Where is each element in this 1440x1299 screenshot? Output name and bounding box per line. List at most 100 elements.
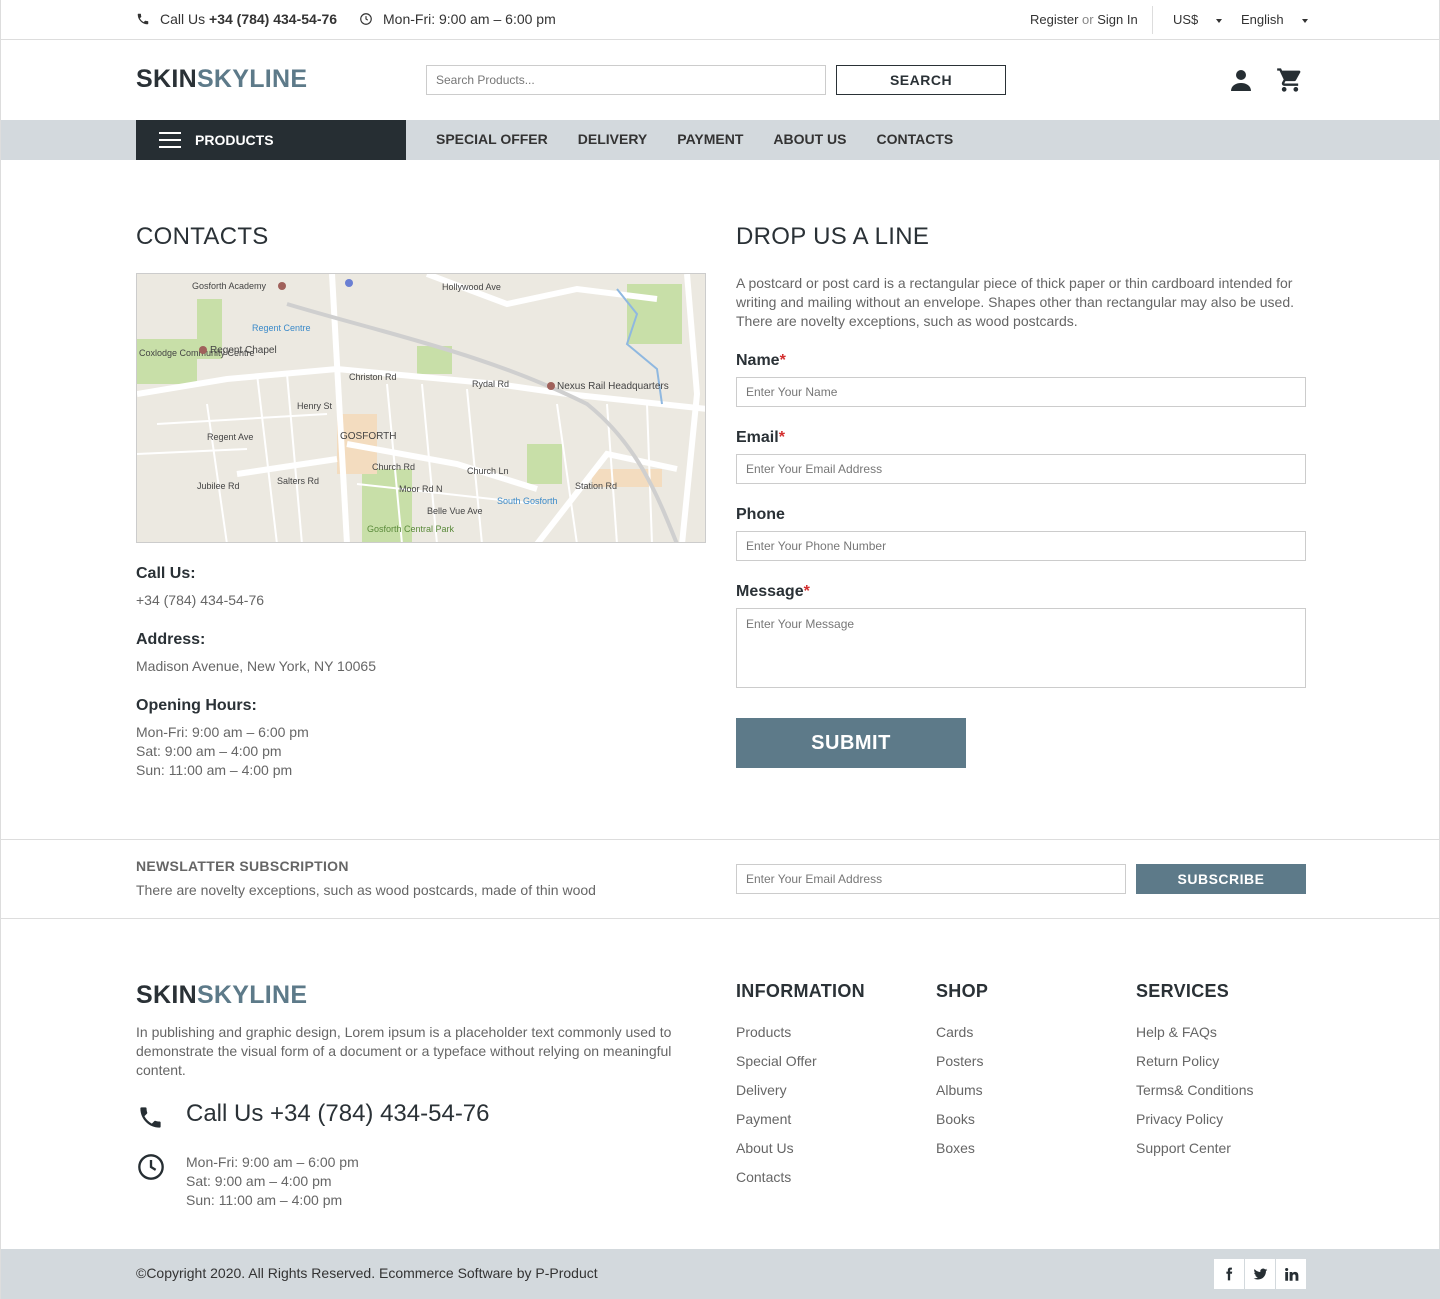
required-mark: * [778,429,785,446]
map-label: Jubilee Rd [197,481,240,491]
map-label: Regent Centre [252,323,311,333]
top-phone-number[interactable]: +34 (784) 434-54-76 [209,11,337,27]
logo-part1: SKIN [136,981,197,1009]
logo-part1: SKIN [136,65,197,93]
newsletter-email-input[interactable] [736,864,1126,894]
nav-delivery[interactable]: DELIVERY [578,131,648,147]
products-menu-button[interactable]: PRODUCTS [136,120,406,160]
footer-link-boxes[interactable]: Boxes [936,1139,988,1158]
newsletter-text: There are novelty exceptions, such as wo… [136,882,596,898]
logo[interactable]: SKINSKYLINE [136,65,307,94]
footer-phone[interactable]: Call Us +34 (784) 434-54-76 [186,1100,490,1128]
map-pin-icon [345,279,353,287]
map-label: Church Rd [372,462,415,472]
logo-part2: SKYLINE [196,65,308,93]
divider [1,918,1440,919]
footer-link-terms[interactable]: Terms& Conditions [1136,1081,1254,1100]
hours-line: Mon-Fri: 9:00 am – 6:00 pm [186,1154,359,1170]
hours-line: Mon-Fri: 9:00 am – 6:00 pm [136,724,309,740]
signin-link[interactable]: Sign In [1097,12,1137,27]
footer-link-about-us[interactable]: About Us [736,1139,865,1158]
search-input[interactable] [426,65,826,95]
hours-line: Sun: 11:00 am – 4:00 pm [186,1192,343,1208]
twitter-icon[interactable] [1245,1259,1275,1289]
footer-link-special-offer[interactable]: Special Offer [736,1052,865,1071]
footer-description: In publishing and graphic design, Lorem … [136,1024,672,1078]
name-field[interactable] [736,377,1306,407]
currency-select[interactable]: US$ [1173,12,1223,27]
footer-link-contacts[interactable]: Contacts [736,1168,865,1187]
divider [1152,6,1153,34]
footer-link-books[interactable]: Books [936,1110,988,1129]
map-label: GOSFORTH [340,431,396,442]
footer-link-posters[interactable]: Posters [936,1052,988,1071]
language-value: English [1241,12,1284,27]
map-pin-icon [278,282,286,290]
hours-line: Sat: 9:00 am – 4:00 pm [136,743,282,759]
map-label: Henry St [297,401,333,411]
call-prefix: Call Us [160,11,206,27]
map[interactable]: Gosforth Academy Hollywood Ave Regent Ce… [136,273,706,543]
map-label: Christon Rd [349,372,397,382]
currency-value: US$ [1173,12,1199,27]
phone-field[interactable] [736,531,1306,561]
footer-link-help[interactable]: Help & FAQs [1136,1023,1254,1042]
column-title: SERVICES [1136,981,1230,1001]
email-field[interactable] [736,454,1306,484]
footer-column-information: INFORMATION Products Special Offer Deliv… [736,981,865,1197]
search-button[interactable]: SEARCH [836,65,1006,95]
nav-special-offer[interactable]: SPECIAL OFFER [436,131,548,147]
submit-button[interactable]: SUBMIT [736,718,966,768]
linkedin-icon[interactable] [1276,1259,1306,1289]
map-label: South Gosforth [497,496,558,506]
map-label: Coxlodge Community Centre [139,348,255,358]
top-phone: Call Us +34 (784) 434-54-76 [136,11,337,27]
nav-contacts[interactable]: CONTACTS [877,131,954,147]
map-label: Salters Rd [277,476,319,486]
copyright: ©Copyright 2020. All Rights Reserved. Ec… [136,1265,598,1281]
facebook-icon[interactable] [1214,1259,1244,1289]
account-icon[interactable] [1229,68,1253,97]
map-label: Nexus Rail Headquarters [557,381,669,392]
nav-links: SPECIAL OFFER DELIVERY PAYMENT ABOUT US … [436,131,953,147]
form-intro: A postcard or post card is a rectangular… [736,275,1295,329]
nav-about-us[interactable]: ABOUT US [773,131,846,147]
chevron-down-icon [1301,18,1308,23]
footer-link-return-policy[interactable]: Return Policy [1136,1052,1254,1071]
footer-column-services: SERVICES Help & FAQs Return Policy Terms… [1136,981,1254,1168]
footer-link-cards[interactable]: Cards [936,1023,988,1042]
top-hours: Mon-Fri: 9:00 am – 6:00 pm [359,11,556,27]
register-link[interactable]: Register [1030,12,1078,27]
map-label: Station Rd [575,481,617,491]
footer-link-delivery[interactable]: Delivery [736,1081,865,1100]
message-field[interactable] [736,608,1306,688]
cart-icon[interactable] [1276,66,1304,99]
required-mark: * [803,583,810,600]
newsletter-title: NEWSLATTER SUBSCRIPTION [136,858,349,874]
map-label: Church Ln [467,466,509,476]
phone-icon [137,13,149,25]
footer-link-albums[interactable]: Albums [936,1081,988,1100]
footer-link-products[interactable]: Products [736,1023,865,1042]
map-label: Hollywood Ave [442,282,501,292]
form-title: DROP US A LINE [736,223,930,250]
map-label: Belle Vue Ave [427,506,483,516]
footer-link-support[interactable]: Support Center [1136,1139,1254,1158]
clock-icon [137,1153,165,1186]
map-pin-icon [199,346,207,354]
products-label: PRODUCTS [195,132,274,148]
hours-line: Sun: 11:00 am – 4:00 pm [136,762,293,778]
nav-payment[interactable]: PAYMENT [677,131,743,147]
call-value[interactable]: +34 (784) 434-54-76 [136,591,264,610]
top-hours-text: Mon-Fri: 9:00 am – 6:00 pm [383,11,556,27]
logo-part2: SKYLINE [196,981,308,1009]
column-title: INFORMATION [736,981,865,1001]
footer-link-payment[interactable]: Payment [736,1110,865,1129]
footer-link-privacy[interactable]: Privacy Policy [1136,1110,1254,1129]
divider [1,839,1440,840]
map-label: Moor Rd N [399,484,443,494]
language-select[interactable]: English [1241,12,1308,27]
subscribe-button[interactable]: SUBSCRIBE [1136,864,1306,894]
email-label: Email* [736,429,785,446]
footer-logo[interactable]: SKINSKYLINE [136,981,307,1010]
